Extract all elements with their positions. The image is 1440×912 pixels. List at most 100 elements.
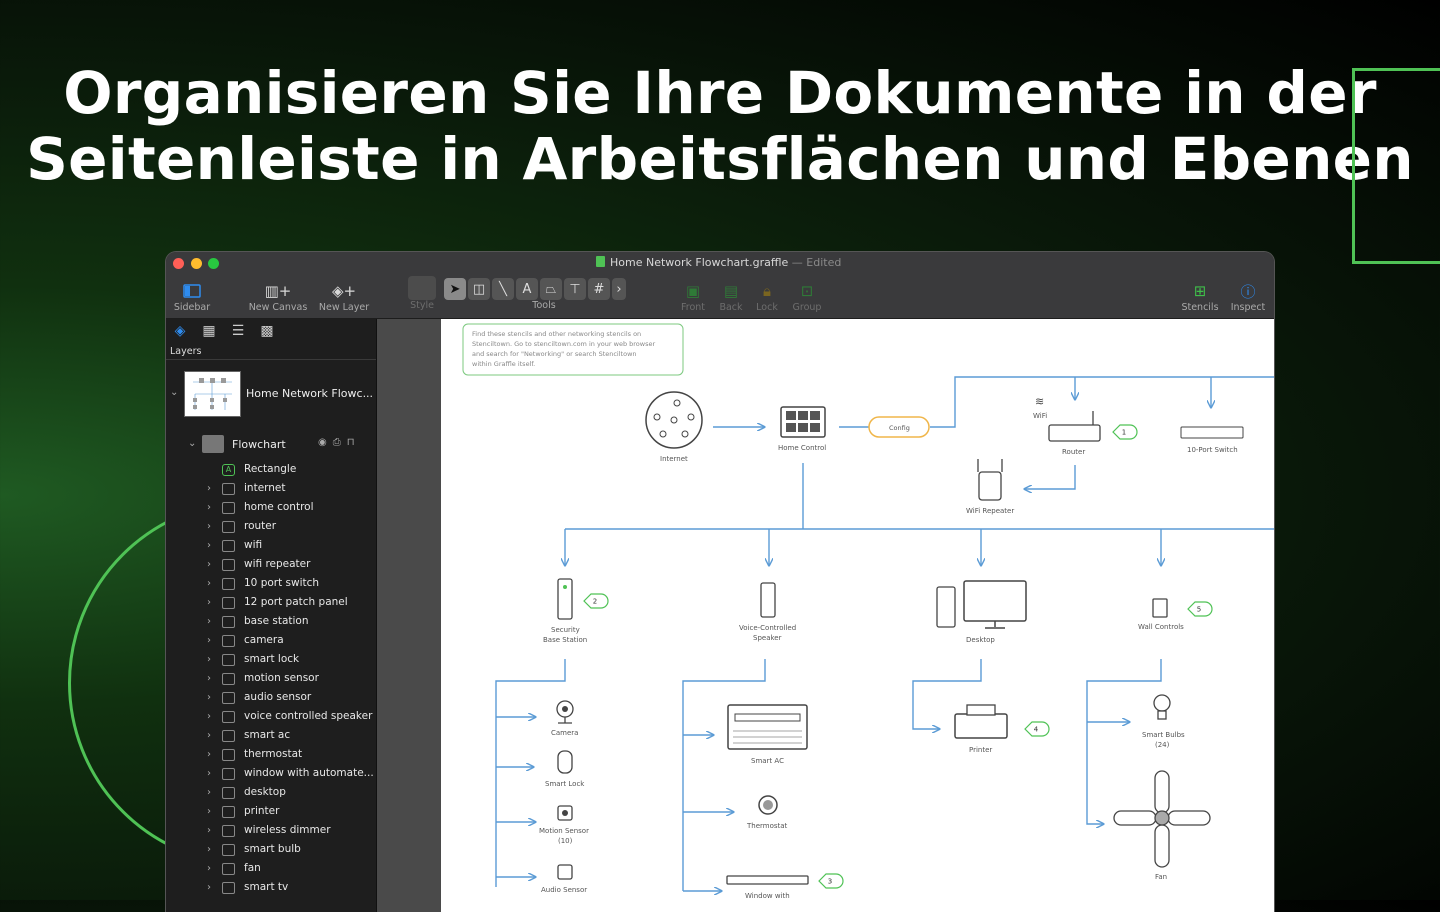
more-tools-icon[interactable]: ›	[612, 278, 626, 300]
list-item[interactable]: › voice controlled speaker	[166, 708, 376, 727]
diagram-canvas[interactable]: Find these stencils and other networking…	[441, 319, 1274, 912]
list-item[interactable]: › smart bulb	[166, 841, 376, 860]
list-item[interactable]: › window with automate...	[166, 765, 376, 784]
smart-lock-icon[interactable]	[557, 750, 573, 774]
chevron-right-icon[interactable]: ›	[207, 483, 211, 494]
chevron-right-icon[interactable]: ›	[207, 787, 211, 798]
new-canvas-button[interactable]: ▥+ New Canvas	[248, 280, 308, 313]
list-item[interactable]: › wifi	[166, 537, 376, 556]
chevron-right-icon[interactable]: ›	[207, 844, 211, 855]
inspect-button[interactable]: ⓘ Inspect	[1228, 280, 1268, 314]
list-item[interactable]: › audio sensor	[166, 689, 376, 708]
list-item[interactable]: › router	[166, 518, 376, 537]
badge-4[interactable]: 4	[1024, 721, 1050, 737]
chevron-down-icon[interactable]: ⌄	[188, 438, 196, 449]
chevron-right-icon[interactable]: ›	[207, 863, 211, 874]
chevron-right-icon[interactable]: ›	[207, 635, 211, 646]
visibility-icon[interactable]: ◉	[318, 437, 333, 448]
chevron-right-icon[interactable]: ›	[207, 692, 211, 703]
list-item[interactable]: › smart ac	[166, 727, 376, 746]
stencils-button[interactable]: ⊞ Stencils	[1178, 280, 1222, 313]
voice-speaker-icon[interactable]	[760, 582, 776, 618]
shape-tool-icon[interactable]: ◫	[468, 278, 490, 300]
text-tool-icon[interactable]: A	[516, 278, 538, 300]
canvas-row[interactable]: ⌄ Home Network Flowc...	[166, 369, 376, 419]
chevron-right-icon[interactable]: ›	[207, 597, 211, 608]
smart-bulb-icon[interactable]	[1153, 694, 1171, 712]
chevron-right-icon[interactable]: ›	[207, 559, 211, 570]
zoom-window-button[interactable]	[208, 258, 219, 269]
list-item[interactable]: › wireless dimmer	[166, 822, 376, 841]
chevron-right-icon[interactable]: ›	[207, 768, 211, 779]
outline-tab-icon[interactable]: ☰	[230, 323, 246, 339]
chevron-right-icon[interactable]: ›	[207, 578, 211, 589]
wifi-icon[interactable]: ≋	[1035, 395, 1044, 408]
chevron-right-icon[interactable]: ›	[207, 521, 211, 532]
badge-1[interactable]: 1	[1112, 424, 1138, 440]
close-window-button[interactable]	[173, 258, 184, 269]
unlock-icon[interactable]: ⊓	[347, 437, 361, 448]
list-item[interactable]: › motion sensor	[166, 670, 376, 689]
list-item[interactable]: A Rectangle	[166, 461, 376, 480]
list-item[interactable]: › smart tv	[166, 879, 376, 898]
smart-ac-icon[interactable]	[727, 704, 808, 750]
list-item[interactable]: › fan	[166, 860, 376, 879]
window-icon[interactable]	[726, 875, 809, 885]
chevron-right-icon[interactable]: ›	[207, 502, 211, 513]
style-button[interactable]	[408, 276, 436, 300]
fan-icon[interactable]	[1113, 770, 1211, 868]
list-item[interactable]: › desktop	[166, 784, 376, 803]
list-item[interactable]: › internet	[166, 480, 376, 499]
pen-tool-icon[interactable]: ⏢	[540, 278, 562, 300]
chevron-right-icon[interactable]: ›	[207, 654, 211, 665]
badge-2[interactable]: 2	[583, 593, 609, 609]
chevron-right-icon[interactable]: ›	[207, 825, 211, 836]
bring-front-button[interactable]: ▣ Front	[678, 280, 708, 313]
chevron-down-icon[interactable]: ⌄	[170, 387, 178, 398]
objects-tab-icon[interactable]: ▩	[259, 323, 275, 339]
canvases-tab-icon[interactable]: ▦	[201, 323, 217, 339]
switch-icon[interactable]	[1180, 426, 1244, 439]
wall-controls-icon[interactable]	[1152, 598, 1168, 618]
chevron-right-icon[interactable]: ›	[207, 673, 211, 684]
chevron-right-icon[interactable]: ›	[207, 806, 211, 817]
chevron-right-icon[interactable]: ›	[207, 882, 211, 893]
list-item[interactable]: › smart lock	[166, 651, 376, 670]
chevron-right-icon[interactable]: ›	[207, 730, 211, 741]
chevron-right-icon[interactable]: ›	[207, 749, 211, 760]
desktop-tower-icon[interactable]	[936, 586, 956, 628]
list-item[interactable]: › home control	[166, 499, 376, 518]
list-item[interactable]: › base station	[166, 613, 376, 632]
wifi-repeater-icon[interactable]	[978, 471, 1002, 501]
send-back-button[interactable]: ▤ Back	[716, 280, 746, 313]
layers-tab-icon[interactable]: ◈	[172, 323, 188, 339]
line-tool-icon[interactable]: ╲	[492, 278, 514, 300]
lock-button[interactable]: 🔒︎ Lock	[753, 280, 781, 313]
chevron-right-icon[interactable]: ›	[207, 711, 211, 722]
list-item[interactable]: › printer	[166, 803, 376, 822]
chevron-right-icon[interactable]: ›	[207, 616, 211, 627]
badge-5-label: 5	[1197, 606, 1201, 614]
list-item[interactable]: › 10 port switch	[166, 575, 376, 594]
badge-3[interactable]: 3	[818, 873, 844, 889]
group-button[interactable]: ⊡ Group	[790, 280, 824, 313]
list-item[interactable]: › camera	[166, 632, 376, 651]
chevron-right-icon[interactable]: ›	[207, 540, 211, 551]
diagram-tool-icon[interactable]: ⊤	[564, 278, 586, 300]
minimize-window-button[interactable]	[191, 258, 202, 269]
router-icon[interactable]	[1048, 424, 1101, 442]
sidebar-toggle-button[interactable]: Sidebar	[172, 280, 212, 313]
desktop-monitor-icon[interactable]	[963, 580, 1027, 622]
badge-5[interactable]: 5	[1187, 601, 1213, 617]
layer-row[interactable]: ⌄ Flowchart ◉⎙⊓	[166, 434, 376, 454]
new-layer-button[interactable]: ◈+ New Layer	[318, 280, 370, 313]
list-item[interactable]: › wifi repeater	[166, 556, 376, 575]
list-item[interactable]: › 12 port patch panel	[166, 594, 376, 613]
internet-icon[interactable]	[645, 391, 703, 449]
list-item[interactable]: › thermostat	[166, 746, 376, 765]
print-icon[interactable]: ⎙	[333, 437, 347, 448]
selection-tool-icon[interactable]: ➤	[444, 278, 466, 300]
printer-icon[interactable]	[954, 713, 1008, 739]
audio-sensor-icon[interactable]	[557, 864, 573, 880]
grid-tool-icon[interactable]: #	[588, 278, 610, 300]
